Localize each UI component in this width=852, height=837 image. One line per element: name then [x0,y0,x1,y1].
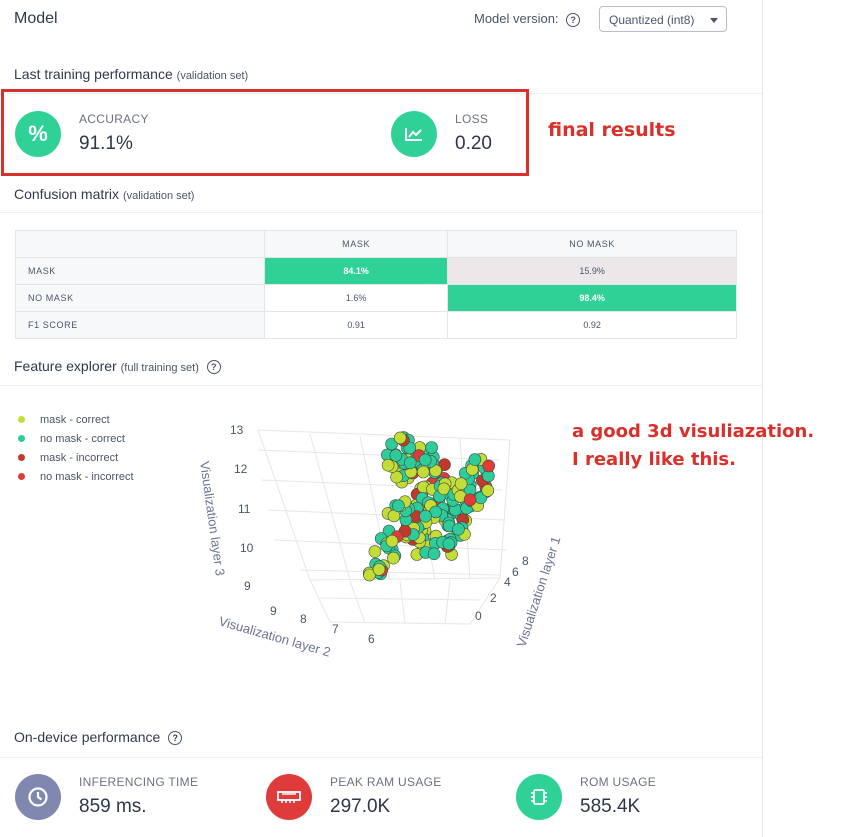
clock-icon [15,774,61,820]
z-axis-title: Visualization layer 3 [197,460,228,576]
legend-item[interactable]: no mask - incorrect [18,467,134,486]
annotation-visualization: a good 3d visuliazation. I really like t… [572,421,815,470]
divider [0,385,762,386]
legend-item[interactable]: no mask - correct [18,429,134,448]
column-header: MASK [263,230,449,258]
scatter-point [482,459,496,473]
inferencing-label: INFERENCING TIME [79,775,199,789]
feature-3d-plot[interactable]: 13 12 11 10 9 9 8 7 6 8 6 4 2 0 Visualiz… [150,410,590,680]
ram-value: 297.0K [330,796,391,817]
legend-item[interactable]: mask - correct [18,410,134,429]
table-row: NO MASK 1.6% 98.4% [15,284,737,312]
row-header: MASK [15,257,265,285]
inferencing-value: 859 ms. [79,796,147,817]
scatter-point [385,534,399,548]
rom-chip-icon [516,774,562,820]
table-cell: 15.9% [447,257,737,285]
x-axis-title: Visualization layer 2 [217,613,332,659]
scatter-point [454,477,468,490]
scatter-point [392,499,405,513]
scatter-point [390,470,403,484]
tick-label: 7 [332,622,339,636]
tick-label: 11 [238,502,251,516]
tick-label: 8 [522,554,529,568]
scatter-point [452,522,465,536]
divider [0,757,762,758]
table-row: MASK 84.1% 15.9% [15,257,737,285]
scatter-point [442,537,456,551]
confusion-matrix-table: MASK NO MASK MASK 84.1% 15.9% NO MASK 1.… [15,230,737,339]
scatter-point [403,456,417,470]
tick-label: 9 [270,604,277,618]
scatter-point [381,458,395,472]
tick-label: 6 [368,632,375,646]
chevron-down-icon [710,18,718,23]
table-cell: 84.1% [263,257,449,285]
model-version-label: Model version: ? [474,11,581,27]
table-cell: 0.92 [447,311,737,339]
scatter-point [387,551,400,565]
column-header: NO MASK [447,230,737,258]
ram-chip-icon [266,774,312,820]
scatter-point [427,547,441,561]
scatter-points [362,431,496,582]
tick-label: 10 [240,541,254,555]
legend-item[interactable]: mask - incorrect [18,448,134,467]
scatter-point [372,563,386,576]
y-axis-ticks: 8 6 4 2 0 [475,554,529,623]
tick-label: 2 [490,591,497,605]
help-icon[interactable]: ? [566,12,581,27]
help-icon[interactable]: ? [206,360,221,375]
scatter-point [389,449,403,462]
tick-label: 0 [475,609,482,623]
model-version-select[interactable]: Quantized (int8) [599,6,727,32]
highlight-box [1,89,529,176]
table-row: F1 SCORE 0.91 0.92 [15,311,737,339]
tick-label: 13 [230,423,244,437]
scatter-point [425,441,438,454]
panel-title: Model [14,10,58,27]
annotation-final-results: final results [548,119,676,141]
plot-legend: mask - correct no mask - correct mask - … [18,410,134,486]
scatter-point [393,431,407,445]
row-header: NO MASK [15,284,265,312]
scatter-point [463,493,477,507]
tick-label: 9 [244,579,251,593]
table-cell: 98.4% [447,284,737,312]
training-section-title: Last training performance (validation se… [14,66,249,82]
scatter-point [416,465,430,479]
ram-label: PEAK RAM USAGE [330,775,442,789]
scatter-point [481,484,495,497]
table-cell: 1.6% [263,284,449,312]
rom-label: ROM USAGE [580,775,657,789]
scatter-point [368,545,382,558]
tick-label: 8 [300,612,307,626]
confusion-section-title: Confusion matrix (validation set) [14,186,195,202]
scatter-point [419,509,432,523]
device-section-title: On-device performance ? [14,729,183,746]
z-axis-ticks: 13 12 11 10 9 [230,423,254,593]
tick-label: 4 [504,575,511,589]
scatter-point [468,453,482,466]
table-cell: 0.91 [263,311,449,339]
scatter-point [418,453,432,467]
feature-section-title: Feature explorer (full training set) ? [14,358,221,375]
rom-value: 585.4K [580,796,641,817]
y-axis-title: Visualization layer 1 [514,535,564,649]
tick-label: 6 [512,565,519,579]
row-header: F1 SCORE [15,311,265,339]
table-corner [15,230,265,258]
help-icon[interactable]: ? [168,731,183,746]
tick-label: 12 [234,462,248,476]
divider [0,212,762,213]
